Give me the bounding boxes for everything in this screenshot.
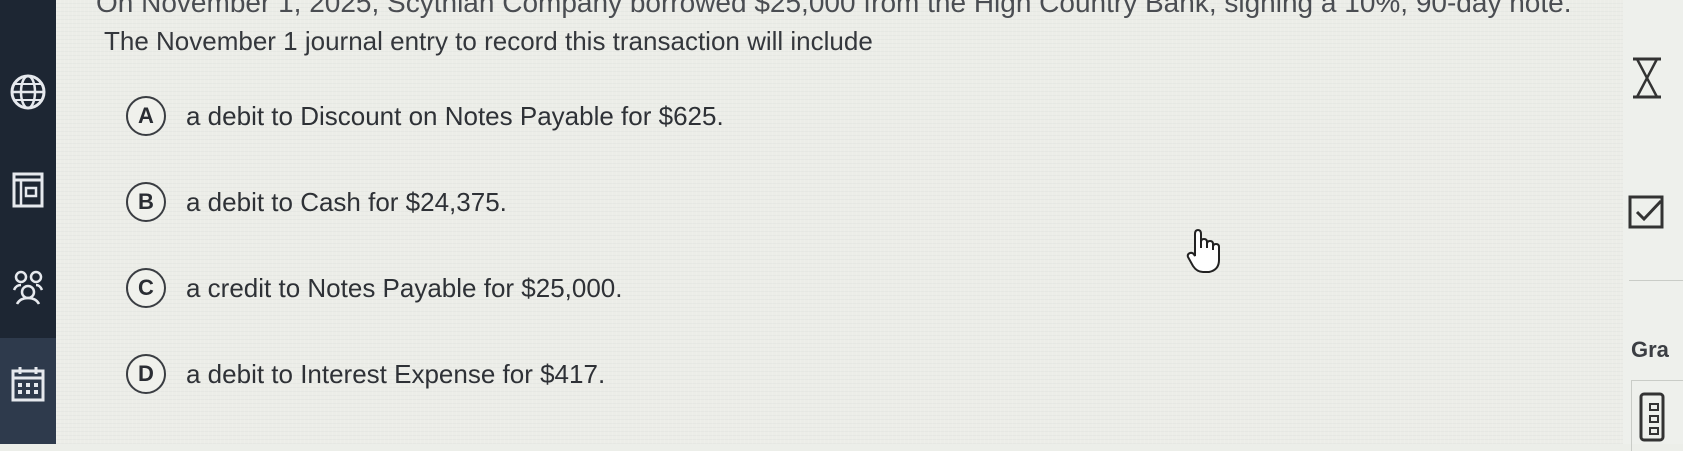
question-prompt: The November 1 journal entry to record t… bbox=[104, 26, 873, 56]
calendar-icon[interactable] bbox=[8, 364, 48, 404]
question-stem-partial: On November 1, 2025, Scythian Company bo… bbox=[96, 0, 1572, 18]
globe-icon[interactable] bbox=[8, 72, 48, 112]
panel-divider bbox=[1629, 280, 1683, 281]
grade-label: Gra bbox=[1631, 337, 1669, 362]
left-sidebar bbox=[0, 0, 56, 444]
group-icon[interactable] bbox=[8, 268, 48, 308]
option-b[interactable]: B a debit to Cash for $24,375. bbox=[126, 182, 507, 222]
option-a-letter[interactable]: A bbox=[126, 96, 166, 136]
option-c-text[interactable]: a credit to Notes Payable for $25,000. bbox=[186, 273, 623, 304]
option-c-letter[interactable]: C bbox=[126, 268, 166, 308]
hourglass-icon[interactable] bbox=[1627, 56, 1667, 105]
calculator-icon[interactable] bbox=[1637, 390, 1667, 449]
partial-icon bbox=[8, 0, 48, 20]
checkbox-icon[interactable] bbox=[1627, 192, 1667, 237]
option-a[interactable]: A a debit to Discount on Notes Payable f… bbox=[126, 96, 724, 136]
option-d-text[interactable]: a debit to Interest Expense for $417. bbox=[186, 359, 605, 390]
book-icon[interactable] bbox=[8, 170, 48, 210]
option-d[interactable]: D a debit to Interest Expense for $417. bbox=[126, 354, 605, 394]
option-c[interactable]: C a credit to Notes Payable for $25,000. bbox=[126, 268, 623, 308]
option-a-text[interactable]: a debit to Discount on Notes Payable for… bbox=[186, 101, 724, 132]
option-d-letter[interactable]: D bbox=[126, 354, 166, 394]
hand-pointer-icon bbox=[1183, 226, 1225, 276]
right-toolbar: Gra bbox=[1623, 0, 1683, 451]
option-b-text[interactable]: a debit to Cash for $24,375. bbox=[186, 187, 507, 218]
option-b-letter[interactable]: B bbox=[126, 182, 166, 222]
